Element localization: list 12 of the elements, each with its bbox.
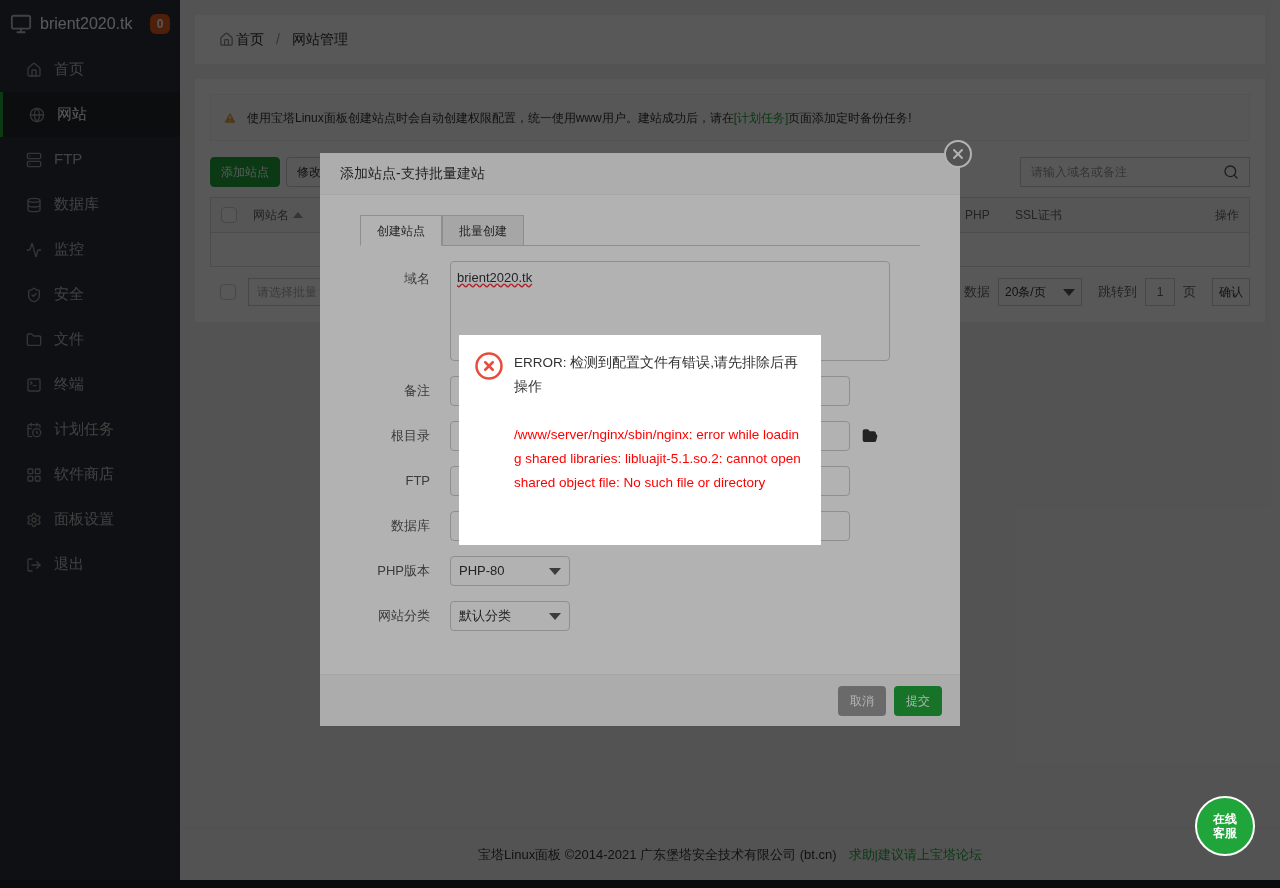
dialog-title: 添加站点-支持批量建站 [340, 164, 485, 183]
field-label: 备注 [403, 382, 430, 401]
field-label: 根目录 [390, 427, 430, 446]
field-label: PHP版本 [376, 562, 430, 581]
breadcrumb-separator: / [276, 30, 280, 49]
field-label: 域名 [403, 270, 430, 288]
field-label: FTP [404, 472, 430, 491]
field-label: 数据库 [390, 517, 430, 536]
copyright-text: 宝塔Linux面板 ©2014-2021 广东堡塔安全技术有限公司 (bt.cn) [478, 845, 837, 864]
breadcrumb-current: 网站管理 [291, 30, 348, 49]
field-label: 网站分类 [377, 607, 430, 626]
server-name: brient2020.tk [40, 13, 134, 34]
